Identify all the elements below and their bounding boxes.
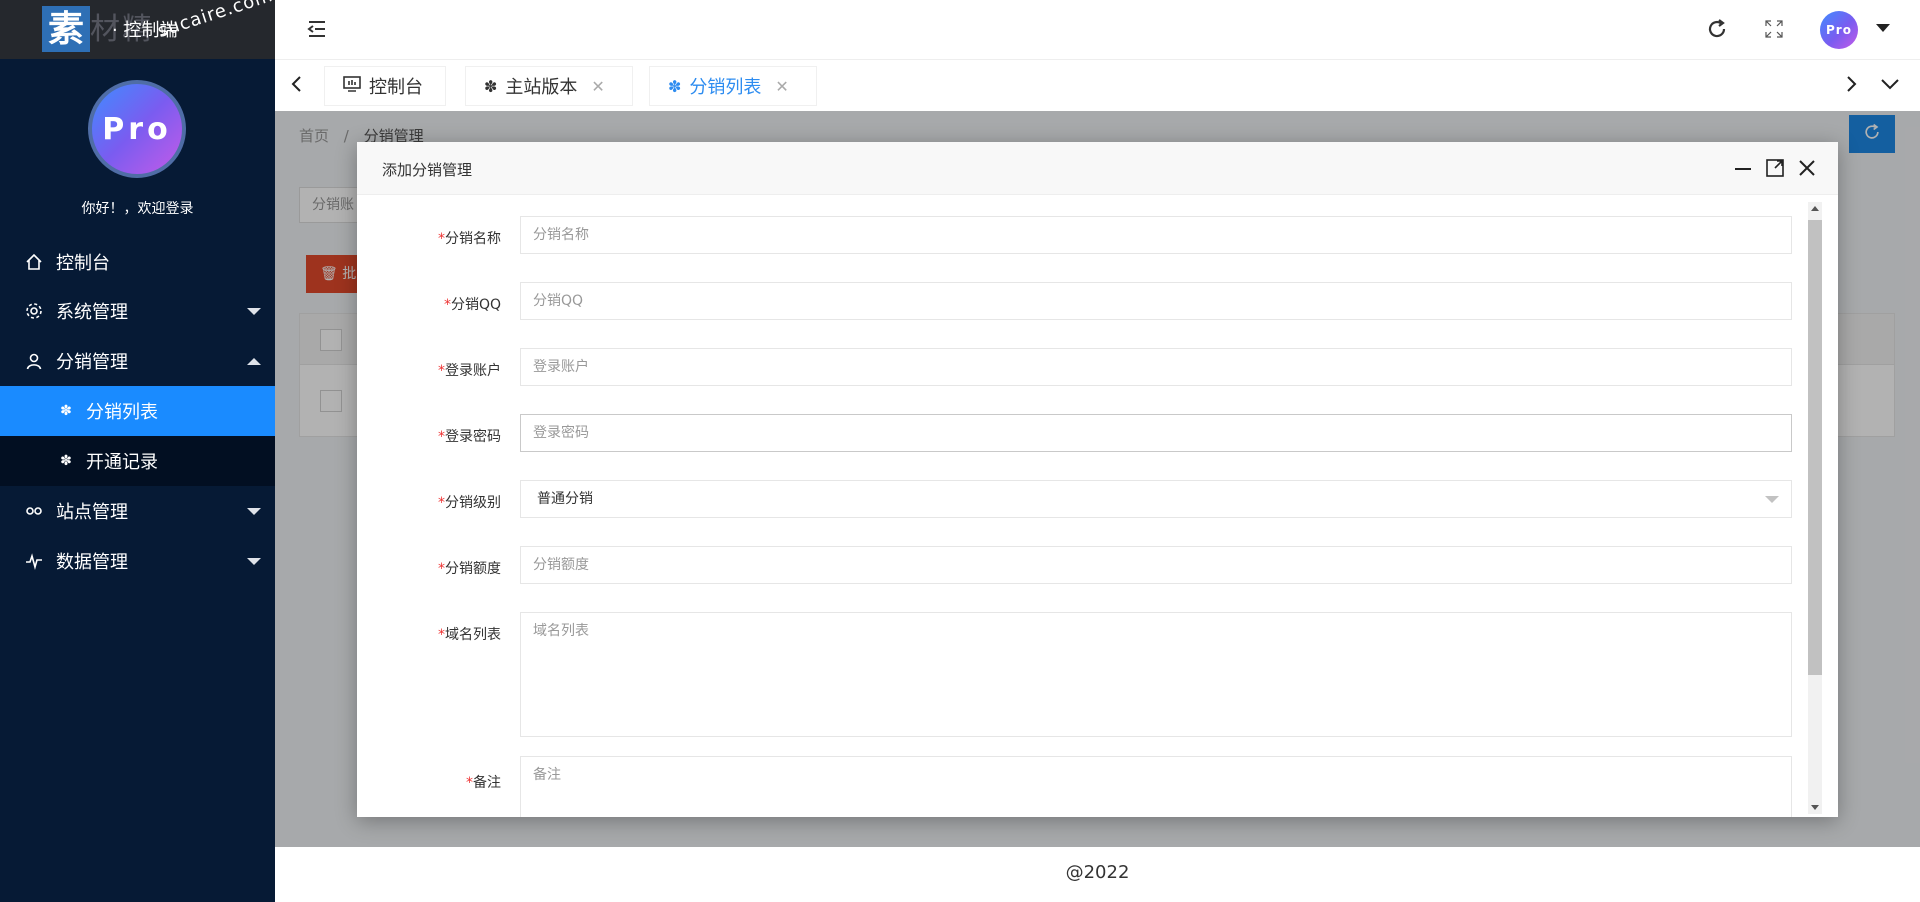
footer-text: @2022: [1065, 862, 1130, 883]
palm-icon: ✽: [668, 76, 682, 96]
field-label-text: 分销QQ: [450, 297, 501, 313]
modal-title: 添加分销管理: [382, 161, 473, 179]
chevron-right-icon[interactable]: [1841, 74, 1861, 94]
login-account-input[interactable]: 登录账户: [520, 348, 1792, 386]
field-label-text: 域名列表: [445, 627, 501, 643]
scrollbar-thumb[interactable]: [1808, 220, 1822, 675]
modal-header: 添加分销管理: [357, 142, 1838, 195]
required-mark: *: [466, 775, 473, 791]
avatar[interactable]: Pro: [88, 80, 186, 178]
palm-icon: ✽: [60, 453, 72, 469]
distribution-name-input[interactable]: 分销名称: [520, 216, 1792, 254]
sidebar-item-distribution[interactable]: 分销管理: [0, 336, 275, 386]
sidebar-item-label: 控制台: [56, 253, 110, 274]
modal-body: *分销名称 分销名称 *分销QQ 分销QQ *登录账户 登录账户 *登录密码 登…: [357, 195, 1838, 817]
logo-bar: 素 材精 · 控制端 sucaire.com: [0, 0, 276, 59]
gear-icon: [24, 301, 44, 321]
sidebar-item-data[interactable]: 数据管理: [0, 536, 275, 586]
menu-fold-icon[interactable]: [305, 17, 329, 41]
tab-label: 主站版本: [505, 77, 578, 98]
watermark: sucaire.com: [155, 0, 276, 42]
field-label: *分销名称: [357, 228, 501, 248]
tabs-bar: 控制台 ✽ 主站版本 ✕ ✽ 分销列表 ✕: [275, 59, 1920, 111]
field-label-text: 分销额度: [445, 561, 501, 577]
field-label: *域名列表: [357, 624, 501, 644]
sidebar-item-label: 站点管理: [56, 502, 128, 523]
field-label: *分销级别: [357, 492, 501, 512]
chevron-up-icon: [247, 357, 261, 365]
required-mark: *: [443, 297, 451, 313]
tab-dashboard[interactable]: 控制台: [325, 67, 445, 105]
chevron-down-icon[interactable]: [1879, 74, 1901, 94]
monitor-icon: [343, 76, 361, 96]
remark-textarea[interactable]: 备注: [520, 756, 1792, 817]
chevron-down-icon[interactable]: [1876, 24, 1890, 32]
welcome-text: 你好！，欢迎登录: [81, 201, 194, 217]
sidebar-item-sites[interactable]: 站点管理: [0, 486, 275, 536]
field-label-text: 登录密码: [445, 429, 501, 445]
required-mark: *: [438, 627, 445, 643]
chevron-down-icon: [1765, 496, 1779, 503]
close-icon[interactable]: ✕: [591, 77, 604, 96]
required-mark: *: [438, 495, 445, 511]
sidebar-item-label: 分销管理: [56, 352, 128, 373]
close-icon[interactable]: ✕: [775, 77, 788, 96]
user-avatar[interactable]: Pro: [1820, 11, 1858, 49]
field-label: *分销额度: [357, 558, 501, 578]
login-password-input[interactable]: 登录密码: [520, 414, 1792, 452]
home-icon: [24, 252, 44, 272]
fullscreen-icon[interactable]: [1763, 18, 1785, 40]
close-icon[interactable]: [1795, 156, 1819, 180]
distribution-qq-input[interactable]: 分销QQ: [520, 282, 1792, 320]
palm-icon: ✽: [60, 403, 72, 419]
required-mark: *: [438, 429, 445, 445]
chevron-down-icon: [247, 557, 261, 565]
distribution-level-select[interactable]: 普通分销: [520, 480, 1792, 518]
required-mark: *: [438, 561, 445, 577]
footer: @2022: [275, 847, 1920, 902]
sidebar-item-label: 分销列表: [86, 402, 158, 423]
required-mark: *: [438, 231, 445, 247]
sidebar-item-label: 开通记录: [86, 452, 158, 473]
pulse-icon: [24, 551, 44, 571]
chevron-down-icon: [247, 307, 261, 315]
domain-list-textarea[interactable]: 域名列表: [520, 612, 1792, 737]
sidebar-item-distribution-list[interactable]: ✽ 分销列表: [0, 386, 275, 436]
field-label: *登录密码: [357, 426, 501, 446]
sidebar-item-open-records[interactable]: ✽ 开通记录: [0, 436, 275, 486]
field-label-text: 登录账户: [445, 363, 501, 379]
required-mark: *: [438, 363, 445, 379]
chevron-left-icon[interactable]: [287, 74, 307, 94]
distribution-quota-input[interactable]: 分销额度: [520, 546, 1792, 584]
sidebar-item-label: 数据管理: [56, 552, 128, 573]
tab-main-version[interactable]: ✽ 主站版本 ✕: [466, 67, 632, 105]
scrollbar[interactable]: [1808, 202, 1822, 814]
sidebar-item-dashboard[interactable]: 控制台: [0, 237, 275, 287]
field-label: *备注: [357, 772, 501, 792]
field-label-text: 分销级别: [445, 495, 501, 511]
add-distribution-modal: 添加分销管理 *分销名称 分销名称 *分销QQ 分销QQ *登录账户 登录账户 …: [357, 142, 1838, 817]
sidebar-item-system[interactable]: 系统管理: [0, 286, 275, 336]
maximize-icon[interactable]: [1763, 156, 1787, 180]
user-icon: [24, 351, 44, 371]
select-value: 普通分销: [537, 491, 593, 507]
sidebar-item-label: 系统管理: [56, 302, 128, 323]
logo: 素: [42, 6, 90, 52]
minimize-icon[interactable]: [1731, 156, 1755, 180]
scroll-up-icon[interactable]: [1811, 206, 1819, 211]
field-label-text: 备注: [473, 775, 501, 791]
field-label: *登录账户: [357, 360, 501, 380]
chevron-down-icon: [247, 507, 261, 515]
link-icon: [24, 501, 44, 521]
tab-label: 分销列表: [689, 77, 762, 98]
palm-icon: ✽: [484, 76, 498, 96]
refresh-icon[interactable]: [1705, 17, 1729, 41]
field-label: *分销QQ: [357, 294, 501, 314]
top-bar: Pro: [275, 0, 1920, 59]
sidebar: 素 材精 · 控制端 sucaire.com Pro 你好！，欢迎登录 控制台 …: [0, 0, 276, 902]
tab-label: 控制台: [369, 77, 423, 98]
field-label-text: 分销名称: [445, 231, 501, 247]
tab-distribution-list[interactable]: ✽ 分销列表 ✕: [650, 67, 816, 105]
scroll-down-icon[interactable]: [1811, 805, 1819, 810]
